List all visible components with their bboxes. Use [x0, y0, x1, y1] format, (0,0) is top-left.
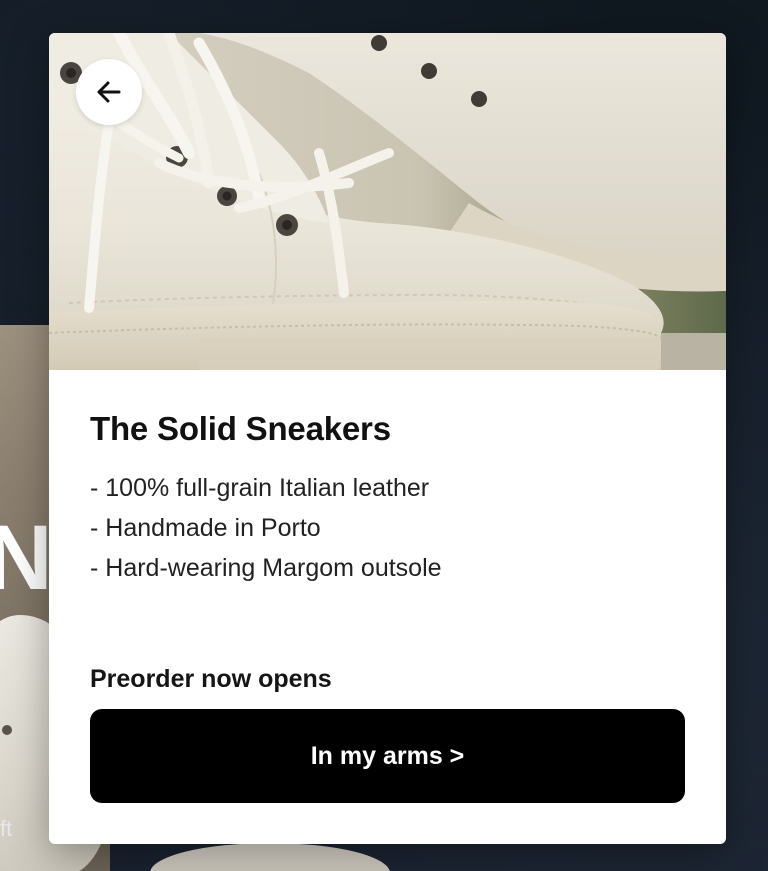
arrow-left-icon	[97, 81, 121, 103]
background-shoe-eyelet	[2, 725, 12, 735]
preorder-status: Preorder now opens	[90, 665, 332, 693]
background-caption-fragment: ft	[0, 816, 13, 841]
product-hero-image	[49, 33, 726, 370]
page: N ft The Solid Sneakers - 100% full-grai…	[0, 0, 768, 871]
background-heading-fragment: N	[0, 507, 53, 609]
back-button[interactable]	[76, 59, 142, 125]
feature-list: - 100% full-grain Italian leather - Hand…	[90, 468, 442, 588]
feature-item: - 100% full-grain Italian leather	[90, 474, 430, 502]
sneaker-photo	[49, 33, 726, 370]
product-modal: The Solid Sneakers - 100% full-grain Ita…	[49, 33, 726, 844]
preorder-cta-button[interactable]: In my arms >	[90, 709, 685, 803]
cta-label: In my arms >	[310, 741, 465, 770]
feature-item: - Handmade in Porto	[90, 514, 321, 542]
product-title: The Solid Sneakers	[90, 410, 391, 447]
feature-item: - Hard-wearing Margom outsole	[90, 554, 442, 582]
